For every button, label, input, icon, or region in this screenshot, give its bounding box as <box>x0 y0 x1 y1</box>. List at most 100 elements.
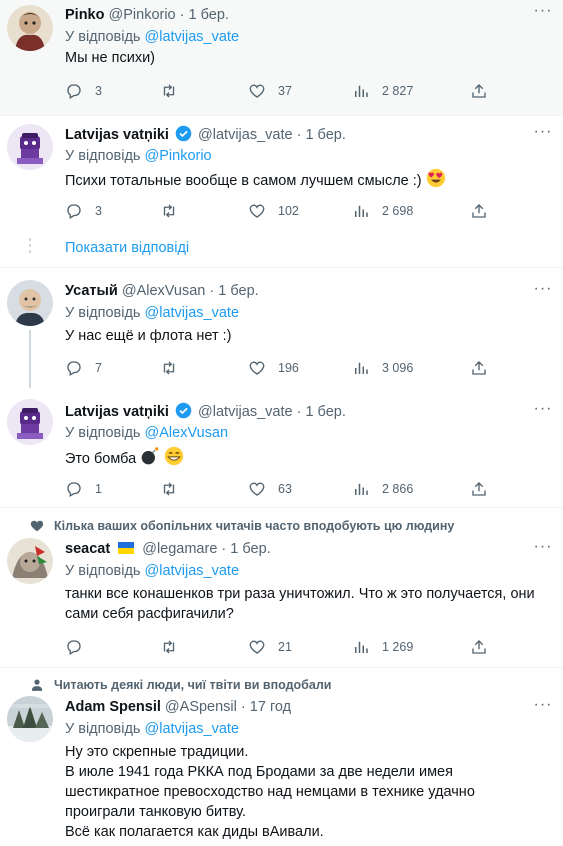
mention-link[interactable]: @latvijas_vate <box>145 563 240 579</box>
display-name[interactable]: Latvijas vatņiki <box>65 404 169 420</box>
reply-button[interactable] <box>65 637 83 657</box>
timestamp[interactable]: 1 бер. <box>305 127 345 143</box>
reply-count: 3 <box>95 84 102 98</box>
heart-eyes-emoji <box>426 168 445 188</box>
reply-icon <box>67 204 81 219</box>
ukraine-flag-icon <box>118 542 135 554</box>
like-icon <box>249 361 265 375</box>
reply-icon <box>67 84 81 99</box>
more-icon[interactable]: ··· <box>533 3 553 22</box>
tweet-text: танки все конашенков три раза уничтожил.… <box>65 586 535 622</box>
mention-link[interactable]: @latvijas_vate <box>145 29 240 45</box>
more-icon[interactable]: ··· <box>533 697 553 716</box>
share-button[interactable] <box>470 637 488 657</box>
retweet-button[interactable] <box>160 81 178 101</box>
avatar[interactable] <box>7 280 53 326</box>
tweet[interactable]: Pinko @Pinkorio · 1 бер. ··· У відповідь… <box>0 0 563 116</box>
user-handle[interactable]: @Pinkorio <box>109 7 176 23</box>
like-button[interactable]: 37 <box>248 81 292 101</box>
reply-button[interactable]: 3 <box>65 201 102 221</box>
like-count: 196 <box>278 361 299 375</box>
retweet-button[interactable] <box>160 479 178 499</box>
reply-context: У відповідь @latvijas_vate <box>65 29 240 45</box>
share-icon <box>472 640 486 654</box>
tweet[interactable]: Latvijas vatņiki @latvijas_vate · 1 бер.… <box>0 388 563 508</box>
avatar[interactable] <box>7 399 53 445</box>
mention-link[interactable]: @latvijas_vate <box>145 721 240 737</box>
avatar[interactable] <box>7 5 53 51</box>
tweet[interactable]: Читають деякі люди, чиї твіти ви вподоба… <box>0 668 563 846</box>
more-icon[interactable]: ··· <box>533 124 553 143</box>
share-icon <box>472 84 486 98</box>
retweet-button[interactable] <box>160 201 178 221</box>
heart-context-icon <box>30 520 44 532</box>
timestamp[interactable]: 1 бер. <box>230 541 270 557</box>
like-button[interactable]: 196 <box>248 358 299 378</box>
share-button[interactable] <box>470 358 488 378</box>
avatar[interactable] <box>7 124 53 170</box>
share-button[interactable] <box>470 81 488 101</box>
display-name[interactable]: Усатый <box>65 283 118 299</box>
tweet-text: Это бомба <box>65 446 555 469</box>
reply-button[interactable]: 3 <box>65 81 102 101</box>
avatar[interactable] <box>7 538 53 584</box>
show-replies-link[interactable]: Показати відповіді <box>65 240 189 256</box>
retweet-button[interactable] <box>160 358 178 378</box>
mention-link[interactable]: @AlexVusan <box>145 425 229 441</box>
user-handle[interactable]: @latvijas_vate <box>198 127 293 143</box>
like-button[interactable]: 21 <box>248 637 292 657</box>
display-name[interactable]: seacat <box>65 541 110 557</box>
tweet-header: Adam Spensil @ASpensil · 17 год <box>65 699 292 715</box>
tweet-header: Latvijas vatņiki @latvijas_vate · 1 бер. <box>65 402 346 420</box>
views-button[interactable]: 2 827 <box>352 81 413 101</box>
views-button[interactable]: 2 698 <box>352 201 413 221</box>
like-button[interactable]: 63 <box>248 479 292 499</box>
display-name[interactable]: Pinko <box>65 7 104 23</box>
more-icon[interactable]: ··· <box>533 281 553 300</box>
reply-count: 1 <box>95 482 102 496</box>
share-button[interactable] <box>470 479 488 499</box>
reply-button[interactable]: 1 <box>65 479 102 499</box>
display-name[interactable]: Adam Spensil <box>65 699 161 715</box>
reply-context: У відповідь @Pinkorio <box>65 148 212 164</box>
like-button[interactable]: 102 <box>248 201 299 221</box>
reply-icon <box>67 361 81 376</box>
reply-icon <box>67 640 81 655</box>
share-button[interactable] <box>470 201 488 221</box>
reply-count: 3 <box>95 204 102 218</box>
timestamp[interactable]: 1 бер. <box>218 283 258 299</box>
action-bar: 1 63 2 866 <box>65 479 495 499</box>
tweet[interactable]: Кілька ваших обопільних читачів часто вп… <box>0 508 563 668</box>
like-icon <box>249 482 265 496</box>
like-icon <box>249 204 265 218</box>
views-button[interactable]: 2 866 <box>352 479 413 499</box>
reply-context: У відповідь @latvijas_vate <box>65 305 240 321</box>
tweet[interactable]: Усатый @AlexVusan · 1 бер. ··· У відпові… <box>0 268 563 388</box>
timestamp[interactable]: 1 бер. <box>305 404 345 420</box>
more-icon[interactable]: ··· <box>533 539 553 558</box>
tweet-text: У нас ещё и флота нет :) <box>65 328 232 344</box>
user-handle[interactable]: @legamare <box>142 541 217 557</box>
display-name[interactable]: Latvijas vatņiki <box>65 127 169 143</box>
tweet-header: seacat @legamare · 1 бер. <box>65 541 271 557</box>
tweet-header: Pinko @Pinkorio · 1 бер. <box>65 7 229 23</box>
reply-button[interactable]: 7 <box>65 358 102 378</box>
tweet-header: Latvijas vatņiki @latvijas_vate · 1 бер. <box>65 125 346 143</box>
mention-link[interactable]: @latvijas_vate <box>145 305 240 321</box>
more-icon[interactable]: ··· <box>533 401 553 420</box>
mention-link[interactable]: @Pinkorio <box>145 148 212 164</box>
user-handle[interactable]: @latvijas_vate <box>198 404 293 420</box>
user-handle[interactable]: @AlexVusan <box>122 283 206 299</box>
views-button[interactable]: 1 269 <box>352 637 413 657</box>
views-icon <box>355 205 368 217</box>
like-count: 21 <box>278 640 292 654</box>
user-handle[interactable]: @ASpensil <box>165 699 237 715</box>
tweet[interactable]: Latvijas vatņiki @latvijas_vate · 1 бер.… <box>0 116 563 268</box>
avatar[interactable] <box>7 696 53 742</box>
timestamp[interactable]: 1 бер. <box>189 7 229 23</box>
timestamp[interactable]: 17 год <box>250 699 291 715</box>
retweet-button[interactable] <box>160 637 178 657</box>
retweet-icon <box>163 204 175 218</box>
like-count: 102 <box>278 204 299 218</box>
views-button[interactable]: 3 096 <box>352 358 413 378</box>
